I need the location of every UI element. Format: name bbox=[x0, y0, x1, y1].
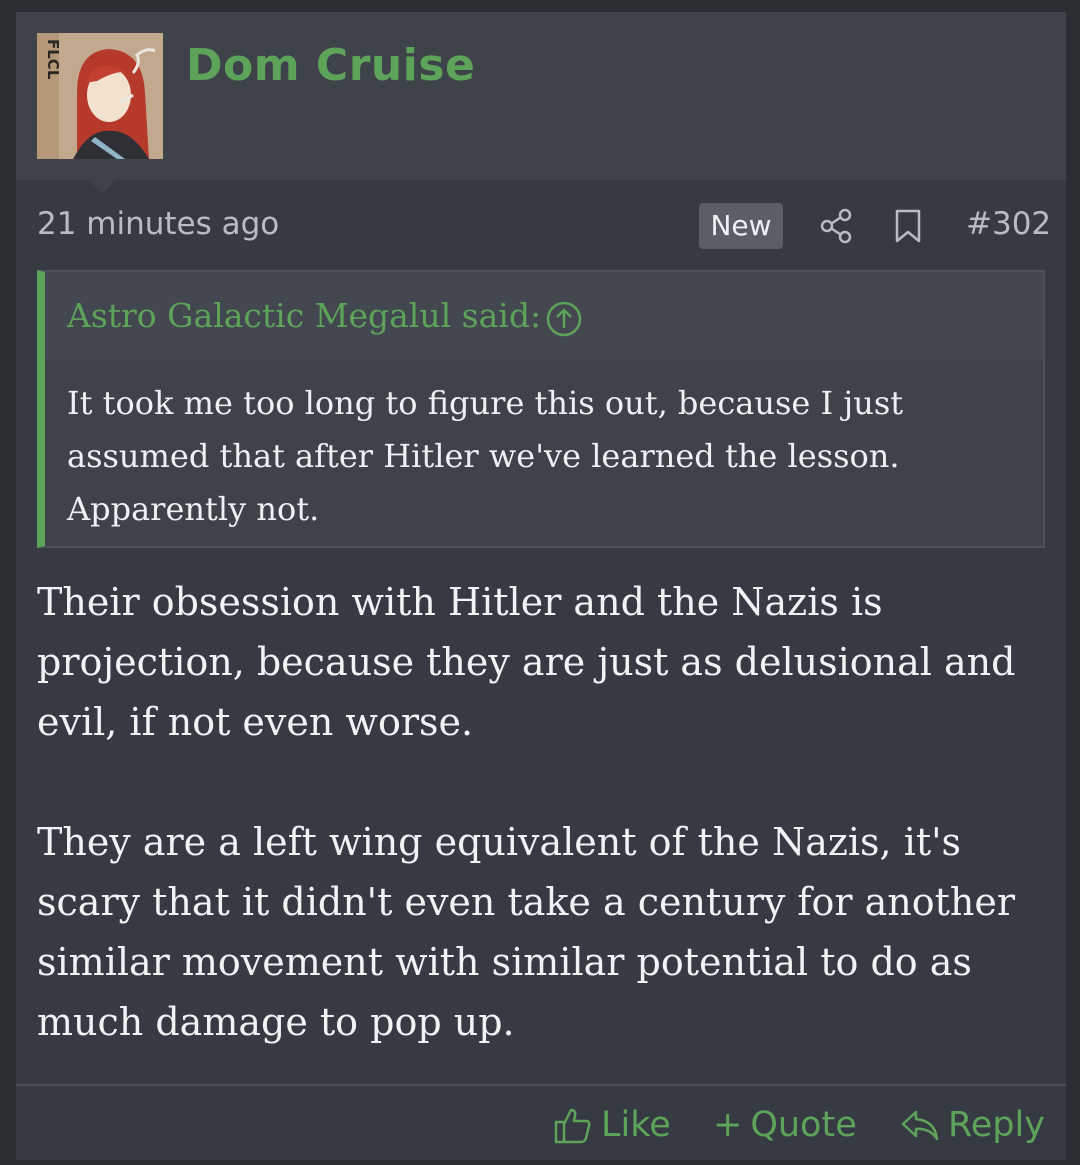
quote-attribution[interactable]: Astro Galactic Megalul said: bbox=[67, 296, 541, 335]
quote-header: Astro Galactic Megalul said: bbox=[45, 272, 1043, 360]
post-message: Their obsession with Hitler and the Nazi… bbox=[37, 572, 1037, 1112]
quote-block: Astro Galactic Megalul said: It took me … bbox=[37, 270, 1045, 548]
arrow-up-circle-icon[interactable] bbox=[545, 300, 583, 338]
footer-divider bbox=[16, 1084, 1066, 1086]
post-card: FLCL Dom Cruise 21 minutes ago New #302 … bbox=[16, 12, 1066, 1160]
header-notch bbox=[88, 180, 116, 193]
post-header: FLCL Dom Cruise bbox=[16, 12, 1066, 180]
post-time[interactable]: 21 minutes ago bbox=[37, 206, 279, 242]
reply-label: Reply bbox=[948, 1105, 1045, 1145]
quote-label: Quote bbox=[750, 1105, 857, 1145]
like-label: Like bbox=[601, 1105, 671, 1145]
message-paragraph: Their obsession with Hitler and the Nazi… bbox=[37, 580, 1016, 744]
username[interactable]: Dom Cruise bbox=[186, 40, 475, 91]
thumbs-up-icon bbox=[554, 1108, 591, 1144]
like-button[interactable]: Like bbox=[553, 1102, 671, 1148]
avatar[interactable]: FLCL bbox=[37, 33, 163, 159]
share-icon[interactable] bbox=[819, 208, 855, 244]
avatar-logo-text: FLCL bbox=[44, 39, 62, 80]
reply-button[interactable]: Reply bbox=[900, 1102, 1045, 1148]
post-number-link[interactable]: #302 bbox=[966, 206, 1051, 242]
plus-icon: + bbox=[713, 1105, 743, 1145]
reply-icon bbox=[901, 1110, 939, 1141]
new-badge: New bbox=[699, 203, 783, 249]
message-paragraph: They are a left wing equivalent of the N… bbox=[37, 820, 1016, 1044]
quote-button[interactable]: + Quote bbox=[713, 1102, 857, 1148]
quote-text: It took me too long to figure this out, … bbox=[67, 384, 904, 528]
bookmark-icon[interactable] bbox=[893, 208, 923, 244]
